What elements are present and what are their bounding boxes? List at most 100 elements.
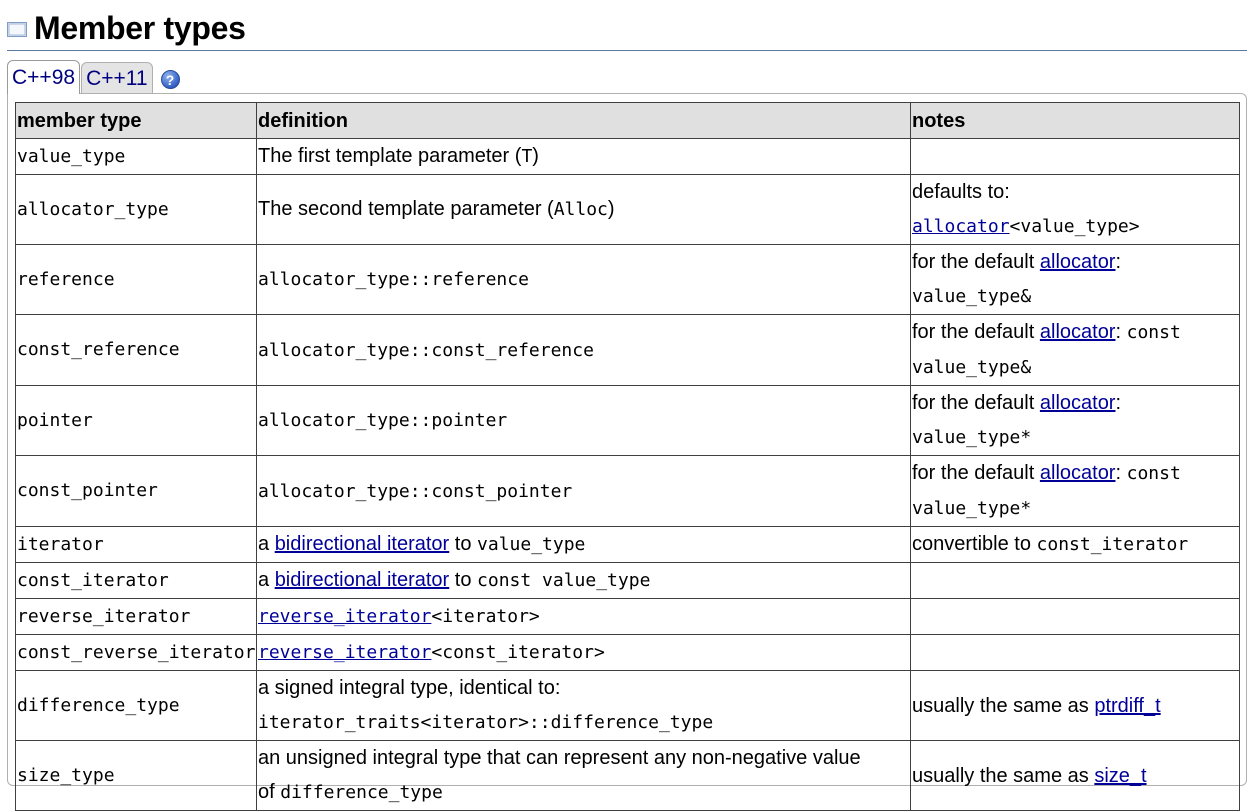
notes-code: value_type&: [912, 357, 1032, 378]
member-name: reverse_iterator: [15, 598, 257, 635]
notes-code: <value_type>: [1009, 216, 1140, 237]
table-row: value_type The first template parameter …: [15, 138, 1240, 175]
definition-code: <iterator>: [431, 606, 540, 627]
bidirectional-iterator-link[interactable]: bidirectional iterator: [275, 533, 450, 555]
member-name: reference: [15, 244, 257, 315]
definition-text-middle: to: [449, 569, 478, 591]
definition-cell: reverse_iterator<iterator>: [256, 598, 911, 635]
notes-cell: for the default allocator: value_type*: [910, 385, 1240, 456]
notes-cell: [910, 138, 1240, 175]
notes-code: value_type&: [912, 286, 1032, 307]
member-name: iterator: [15, 526, 257, 563]
page-title: Member types: [34, 9, 246, 46]
member-name: size_type: [15, 740, 257, 811]
definition-cell: an unsigned integral type that can repre…: [256, 740, 911, 811]
notes-code: value_type*: [912, 498, 1032, 519]
notes-cell: [910, 634, 1240, 671]
definition-text: The second template parameter (: [258, 198, 554, 220]
size-t-link[interactable]: size_t: [1094, 765, 1146, 787]
definition-code: value_type: [477, 534, 586, 555]
section-heading: Member types: [7, 8, 246, 48]
bidirectional-iterator-link[interactable]: bidirectional iterator: [275, 569, 450, 591]
member-types-panel: member type definition notes value_type …: [7, 93, 1247, 811]
notes-suffix: :: [1115, 392, 1122, 414]
allocator-link[interactable]: allocator: [1040, 462, 1116, 484]
allocator-link[interactable]: allocator: [1040, 321, 1116, 343]
definition-text: The first template parameter (: [258, 145, 522, 167]
table-header-row: member type definition notes: [15, 102, 1240, 139]
notes-text: usually the same as: [912, 694, 1095, 717]
definition-text: a: [258, 569, 275, 591]
table-row: allocator_type The second template param…: [15, 174, 1240, 245]
definition-code: difference_type: [280, 782, 443, 803]
definition-code: allocator_type::const_pointer: [258, 480, 573, 502]
definition-text: an unsigned integral type that can repre…: [258, 747, 861, 769]
notes-code: value_type*: [912, 427, 1032, 448]
definition-code: allocator_type::reference: [258, 269, 529, 290]
table-row: const_iterator a bidirectional iterator …: [15, 562, 1240, 599]
notes-cell: for the default allocator: value_type&: [910, 244, 1240, 315]
table-row: reference allocator_type::reference for …: [15, 244, 1240, 315]
definition-text: a signed integral type, identical to:: [258, 677, 561, 699]
definition-cell: reverse_iterator<const_iterator>: [256, 634, 911, 671]
member-name: pointer: [15, 385, 257, 456]
reverse-iterator-link[interactable]: reverse_iterator: [258, 642, 431, 663]
definition-cell: The first template parameter (T): [256, 138, 911, 175]
notes-text: usually the same as: [912, 764, 1095, 787]
table-row: const_reference allocator_type::const_re…: [15, 314, 1240, 386]
allocator-link[interactable]: allocator: [1040, 251, 1116, 273]
book-icon: [7, 21, 27, 37]
definition-cell: a bidirectional iterator to const value_…: [256, 562, 911, 599]
notes-text: for the default: [912, 321, 1040, 343]
definition-code: allocator_type::pointer: [258, 410, 508, 431]
notes-cell: [910, 598, 1240, 635]
member-name: difference_type: [15, 670, 257, 741]
notes-cell: [910, 562, 1240, 599]
definition-code: Alloc: [553, 199, 608, 220]
member-name: const_reverse_iterator: [15, 634, 257, 671]
header-member-type: member type: [15, 102, 257, 139]
table-row: size_type an unsigned integral type that…: [15, 740, 1240, 811]
member-name: const_reference: [15, 314, 257, 386]
table-row: const_reverse_iterator reverse_iterator<…: [15, 634, 1240, 671]
notes-text: for the default: [912, 462, 1040, 484]
notes-suffix: :: [1115, 251, 1122, 273]
table-row: iterator a bidirectional iterator to val…: [15, 526, 1240, 563]
definition-code: allocator_type::const_reference: [258, 339, 594, 361]
definition-text-after: ): [532, 145, 539, 167]
definition-text-after: ): [607, 198, 615, 220]
header-notes: notes: [910, 102, 1240, 139]
table-row: const_pointer allocator_type::const_poin…: [15, 455, 1240, 527]
notes-cell: convertible to const_iterator: [910, 526, 1240, 563]
notes-code-inline: const: [1126, 322, 1181, 343]
tab-cpp98[interactable]: C++98: [7, 60, 81, 94]
notes-code: const_iterator: [1036, 534, 1189, 555]
definition-text: a: [258, 533, 275, 555]
definition-cell: a signed integral type, identical to: ite…: [256, 670, 911, 741]
help-icon[interactable]: ?: [160, 70, 180, 89]
notes-text: for the default: [912, 251, 1040, 273]
definition-code: <const_iterator>: [431, 642, 605, 663]
definition-cell: a bidirectional iterator to value_type: [256, 526, 911, 563]
definition-code: const value_type: [477, 570, 651, 591]
notes-suffix: :: [1115, 321, 1122, 343]
ptrdiff-t-link[interactable]: ptrdiff_t: [1094, 695, 1160, 717]
notes-cell: for the default allocator: const value_ty…: [910, 455, 1240, 527]
definition-cell: The second template parameter (Alloc): [256, 174, 911, 245]
definition-cell: allocator_type::pointer: [256, 385, 911, 456]
tab-cpp11[interactable]: C++11: [81, 62, 153, 94]
allocator-link[interactable]: allocator: [1040, 392, 1116, 414]
definition-cell: allocator_type::const_pointer: [256, 455, 911, 527]
definition-cell: allocator_type::const_reference: [256, 314, 911, 386]
notes-code-inline: const: [1126, 463, 1181, 484]
reverse-iterator-link[interactable]: reverse_iterator: [258, 606, 431, 627]
member-name: value_type: [15, 138, 257, 175]
notes-text: defaults to:: [912, 181, 1010, 203]
definition-text-middle: to: [449, 533, 478, 555]
table-row: pointer allocator_type::pointer for the …: [15, 385, 1240, 456]
notes-cell: usually the same as ptrdiff_t: [910, 670, 1240, 741]
member-types-table: member type definition notes value_type …: [15, 102, 1240, 811]
allocator-link[interactable]: allocator: [912, 216, 1010, 237]
version-tabs: C++98 C++11 ?: [7, 60, 180, 94]
definition-code: iterator_traits<iterator>::difference_ty…: [258, 712, 714, 733]
